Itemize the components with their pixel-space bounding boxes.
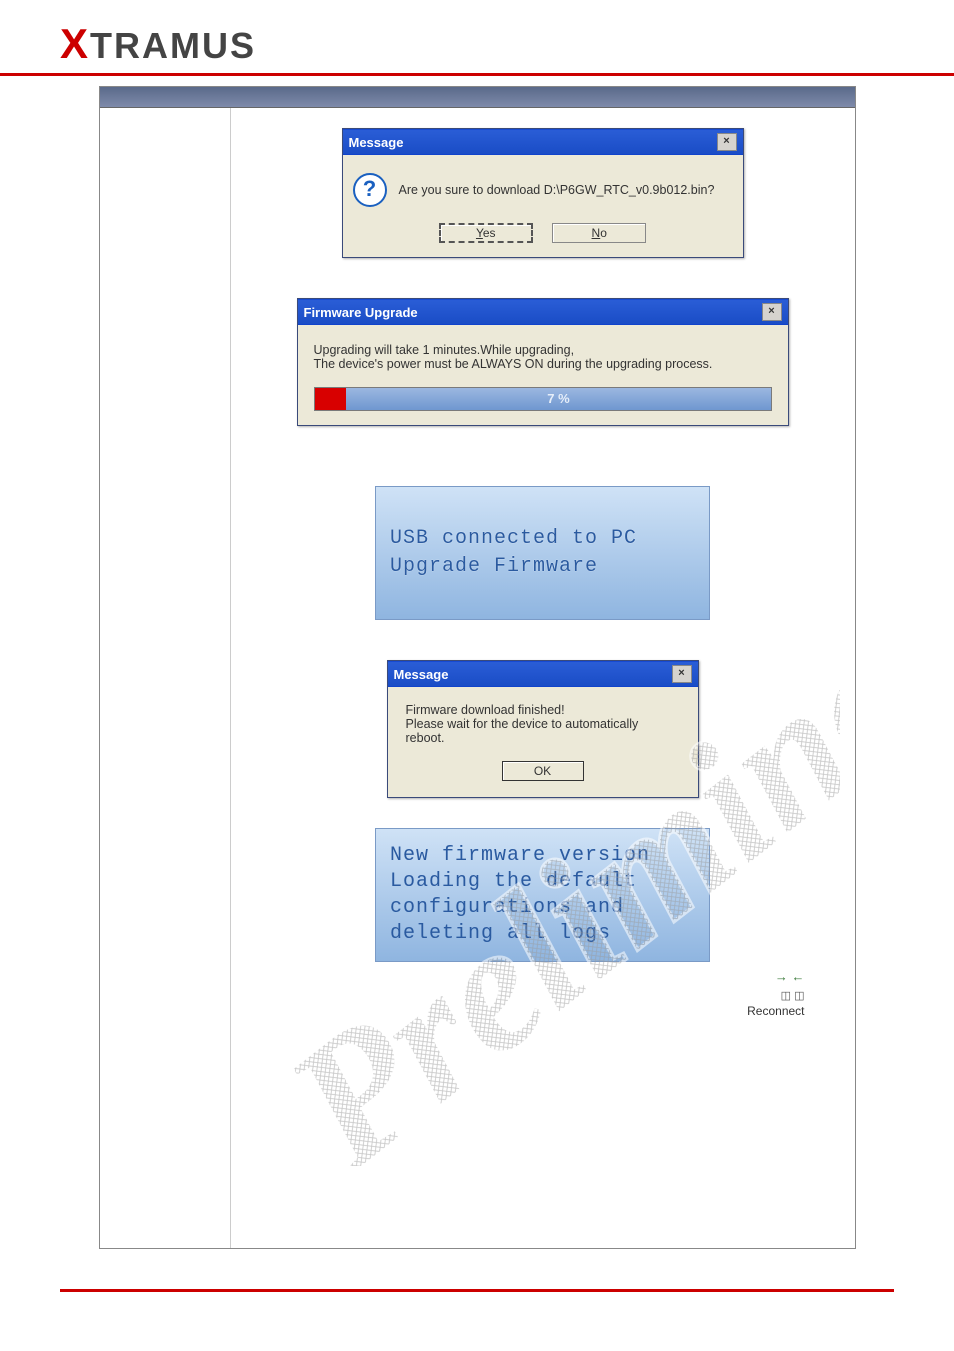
progress-fill	[315, 388, 347, 410]
finished-line2: Please wait for the device to automatica…	[406, 717, 680, 745]
close-icon[interactable]: ×	[672, 665, 692, 683]
close-icon[interactable]: ×	[762, 303, 782, 321]
reconnect-label[interactable]: Reconnect	[261, 1004, 805, 1018]
ok-button[interactable]: OK	[502, 761, 584, 781]
lcd-display-2: New firmware version Loading the default…	[375, 828, 710, 962]
yes-button[interactable]: Yes	[439, 223, 533, 243]
finished-title: Message	[394, 667, 449, 682]
right-column: Message × ? Are you sure to download D:\…	[231, 108, 855, 1248]
confirm-title: Message	[349, 135, 404, 150]
lcd-display-1: USB connected to PC Upgrade Firmware	[375, 486, 710, 620]
brand-x: X	[60, 20, 90, 67]
confirm-titlebar: Message ×	[343, 129, 743, 155]
confirm-text: Are you sure to download D:\P6GW_RTC_v0.…	[399, 183, 715, 197]
frame-title-stripe	[100, 87, 855, 108]
no-button[interactable]: No	[552, 223, 646, 243]
left-column	[100, 108, 231, 1248]
bottom-divider	[60, 1289, 894, 1292]
lcd2-line3: configurations and	[390, 895, 695, 921]
document-frame: Message × ? Are you sure to download D:\…	[99, 86, 856, 1249]
brand-rest: TRAMUS	[90, 25, 256, 66]
confirm-download-dialog: Message × ? Are you sure to download D:\…	[342, 128, 744, 258]
lcd2-line1: New firmware version	[390, 843, 695, 869]
upgrade-line1: Upgrading will take 1 minutes.While upgr…	[314, 343, 772, 357]
upgrade-line2: The device's power must be ALWAYS ON dur…	[314, 357, 772, 371]
reconnect-plug-icon: ◫ ◫	[781, 989, 805, 1002]
finished-dialog: Message × Firmware download finished! Pl…	[387, 660, 699, 798]
lcd1-line1: USB connected to PC	[390, 525, 695, 553]
reconnect-arrows-icon: → ←	[775, 969, 805, 984]
upgrade-title: Firmware Upgrade	[304, 305, 418, 320]
progress-bar: 7 %	[314, 387, 772, 411]
lcd1-line2: Upgrade Firmware	[390, 553, 695, 581]
question-icon: ?	[353, 173, 387, 207]
firmware-upgrade-dialog: Firmware Upgrade × Upgrading will take 1…	[297, 298, 789, 426]
close-icon[interactable]: ×	[717, 133, 737, 151]
logo-bar: XTRAMUS	[0, 0, 954, 76]
lcd2-line4: deleting all logs	[390, 921, 695, 947]
finished-line1: Firmware download finished!	[406, 703, 680, 717]
upgrade-titlebar: Firmware Upgrade ×	[298, 299, 788, 325]
finished-titlebar: Message ×	[388, 661, 698, 687]
reconnect-block: → ← ◫ ◫ Reconnect	[261, 968, 825, 1018]
brand-logo: XTRAMUS	[60, 25, 256, 66]
progress-text: 7 %	[346, 388, 770, 410]
lcd2-line2: Loading the default	[390, 869, 695, 895]
